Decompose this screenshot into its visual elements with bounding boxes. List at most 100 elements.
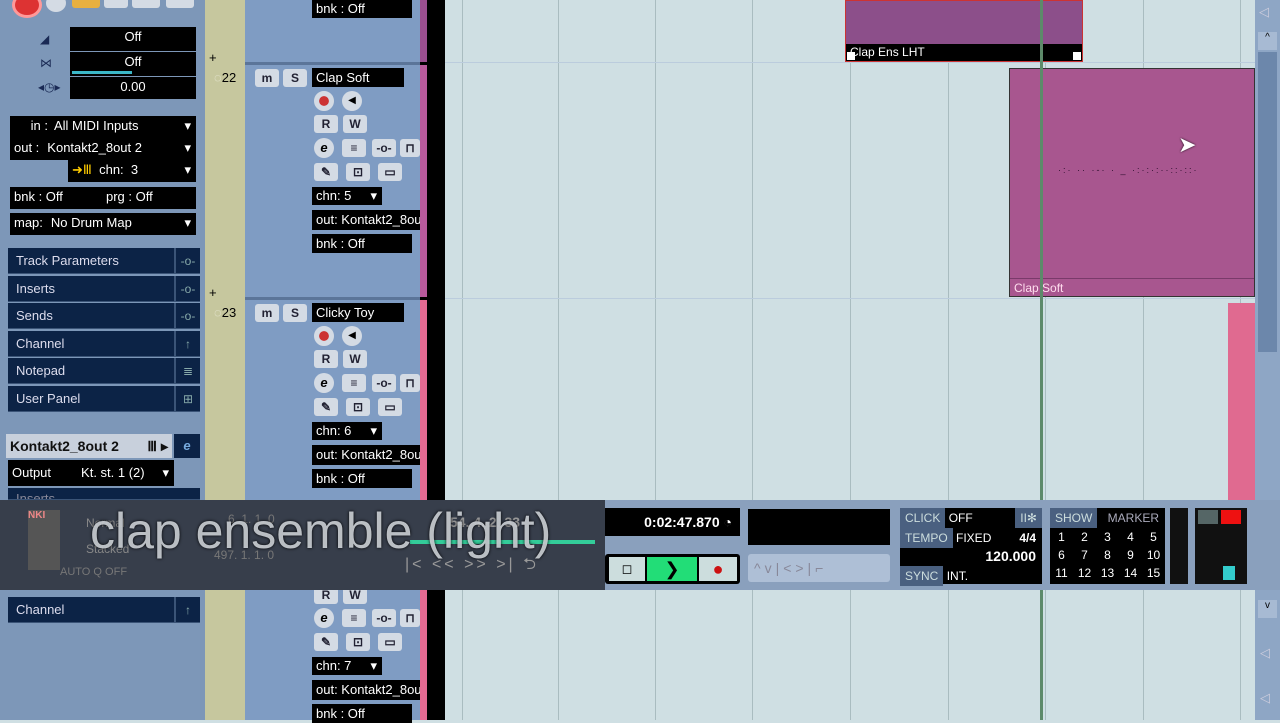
marker-button-11[interactable]: 11 bbox=[1050, 564, 1073, 582]
section-track-parameters[interactable]: Track Parameters -o- bbox=[8, 248, 200, 274]
marker-button-13[interactable]: 13 bbox=[1096, 564, 1119, 582]
record-enable-button[interactable] bbox=[12, 0, 42, 18]
section-inserts[interactable]: Inserts -o- bbox=[8, 276, 200, 302]
sends-bypass-icon[interactable]: ⊓ bbox=[400, 139, 420, 157]
bypass-icon[interactable]: -o- bbox=[174, 248, 200, 274]
add-lane-icon[interactable]: + bbox=[209, 50, 217, 65]
auto-quantize[interactable]: AUTO Q OFF bbox=[60, 566, 127, 578]
midi-input-select[interactable]: in : All MIDI Inputs bbox=[10, 116, 196, 138]
marker-button-15[interactable]: 15 bbox=[1142, 564, 1165, 582]
track-bank-field[interactable]: bnk : Off bbox=[312, 234, 412, 253]
pan-field[interactable]: Off bbox=[70, 52, 196, 76]
zoom-slider-icon[interactable]: ◁ bbox=[1260, 690, 1270, 706]
monitor-button[interactable] bbox=[46, 0, 66, 12]
read-button[interactable]: R bbox=[314, 115, 338, 133]
marker-button-8[interactable]: 8 bbox=[1096, 546, 1119, 564]
lanes-icon[interactable]: ▭ bbox=[378, 163, 402, 181]
marker-button-4[interactable]: 4 bbox=[1119, 528, 1142, 546]
instrument-icon[interactable] bbox=[72, 0, 100, 8]
clip-indicator[interactable] bbox=[1221, 510, 1241, 524]
scroll-thumb[interactable] bbox=[1258, 52, 1277, 352]
section-inserts-partial[interactable]: Inserts bbox=[8, 488, 200, 500]
sync-button[interactable]: SYNC bbox=[900, 566, 944, 586]
track-bank-field[interactable]: bnk : Off bbox=[312, 469, 412, 488]
inserts-bypass-icon[interactable]: ≡ bbox=[342, 374, 366, 392]
channel-icon[interactable]: ↑ bbox=[174, 597, 200, 623]
sends-bypass-icon[interactable]: ⊓ bbox=[400, 374, 420, 392]
stop-button[interactable]: ◻ bbox=[609, 557, 645, 581]
marker-button-2[interactable]: 2 bbox=[1073, 528, 1096, 546]
lock-icon[interactable]: ⊡ bbox=[346, 633, 370, 651]
marker-button-10[interactable]: 10 bbox=[1142, 546, 1165, 564]
scroll-up-button[interactable]: ^ bbox=[1258, 32, 1277, 50]
delay-field[interactable]: 0.00 bbox=[70, 77, 196, 99]
mute-button[interactable]: m bbox=[255, 304, 279, 322]
eq-bypass-icon[interactable]: -o- bbox=[372, 374, 396, 392]
track-bank-field[interactable]: bnk : Off bbox=[312, 704, 412, 723]
zoom-slider-icon[interactable]: ◁ bbox=[1260, 645, 1270, 661]
section-channel-bottom[interactable]: Channel ↑ bbox=[8, 597, 200, 623]
program-field[interactable]: prg : Off bbox=[102, 187, 196, 209]
midi-part[interactable] bbox=[1228, 303, 1255, 503]
track-output-select[interactable]: out: Kontakt2_8out bbox=[312, 680, 420, 700]
marker-button-3[interactable]: 3 bbox=[1096, 528, 1119, 546]
midi-output-select[interactable]: out : Kontakt2_8out 2 bbox=[10, 138, 196, 160]
marker-button-7[interactable]: 7 bbox=[1073, 546, 1096, 564]
track-output-select[interactable]: out: Kontakt2_8out bbox=[312, 210, 420, 230]
add-lane-icon[interactable]: + bbox=[209, 285, 217, 300]
edit-instrument-icon[interactable]: e bbox=[314, 373, 334, 393]
user-panel-icon[interactable]: ⊞ bbox=[174, 386, 200, 412]
eq-bypass-icon[interactable]: -o- bbox=[372, 139, 396, 157]
track-name[interactable]: Clap Soft bbox=[312, 68, 404, 87]
notepad-icon[interactable]: ≣ bbox=[174, 358, 200, 384]
marker-button-1[interactable]: 1 bbox=[1050, 528, 1073, 546]
track-channel-select[interactable]: chn: 5 bbox=[312, 187, 382, 205]
monitor-icon[interactable]: ◀ bbox=[342, 91, 362, 111]
channel-header[interactable]: Kontakt2_8out 2 Ⅲ ▸ bbox=[6, 434, 172, 458]
section-notepad[interactable]: Notepad ≣ bbox=[8, 358, 200, 384]
marker-button-5[interactable]: 5 bbox=[1142, 528, 1165, 546]
record-enable-button[interactable] bbox=[314, 326, 334, 346]
midi-part-clap-soft[interactable]: ·:· ·· ·-· · _ ·:·:·:··::·::· Clap Soft bbox=[1009, 68, 1255, 297]
show-markers-button[interactable]: SHOW bbox=[1050, 508, 1098, 528]
monitor-icon[interactable]: ◀ bbox=[342, 326, 362, 346]
bypass-icon[interactable]: -o- bbox=[174, 276, 200, 302]
marker-button-6[interactable]: 6 bbox=[1050, 546, 1073, 564]
click-settings-icon[interactable]: II✻ bbox=[1015, 508, 1042, 528]
record-button[interactable]: ● bbox=[699, 557, 737, 581]
track-name[interactable]: Clicky Toy bbox=[312, 303, 404, 322]
track-output-select[interactable]: out: Kontakt2_8out bbox=[312, 445, 420, 465]
lock-icon[interactable]: ⊡ bbox=[346, 398, 370, 416]
lanes-icon[interactable] bbox=[132, 0, 160, 8]
section-channel[interactable]: Channel ↑ bbox=[8, 331, 200, 357]
track-bank-field[interactable]: bnk : Off bbox=[312, 0, 412, 18]
marker-nav-buttons[interactable]: ^v|<>|⌐ bbox=[748, 554, 890, 582]
tempo-button[interactable]: TEMPO bbox=[900, 528, 953, 548]
drum-map-select[interactable]: map: No Drum Map bbox=[10, 213, 196, 235]
section-user-panel[interactable]: User Panel ⊞ bbox=[8, 386, 200, 412]
tempo-value[interactable]: 120.000 bbox=[900, 548, 1042, 564]
drum-edit-icon[interactable]: ✎ bbox=[314, 163, 338, 181]
track-channel-select[interactable]: chn: 6 bbox=[312, 422, 382, 440]
track-channel-select[interactable]: chn: 7 bbox=[312, 657, 382, 675]
lanes-icon[interactable]: ▭ bbox=[378, 398, 402, 416]
project-cursor[interactable] bbox=[1040, 0, 1043, 720]
folder-icon[interactable] bbox=[166, 0, 194, 8]
record-enable-button[interactable] bbox=[314, 91, 334, 111]
drum-edit-icon[interactable]: ✎ bbox=[314, 398, 338, 416]
bypass-icon[interactable]: -o- bbox=[174, 303, 200, 329]
solo-button[interactable]: S bbox=[283, 69, 307, 87]
section-sends[interactable]: Sends -o- bbox=[8, 303, 200, 329]
zoom-slider-icon[interactable]: ◁ bbox=[1259, 4, 1269, 20]
resize-handle[interactable] bbox=[1073, 52, 1081, 60]
volume-field[interactable]: Off bbox=[70, 27, 196, 51]
eq-bypass-icon[interactable]: -o- bbox=[372, 609, 396, 627]
read-button[interactable]: R bbox=[314, 350, 338, 368]
edit-instrument-icon[interactable]: e bbox=[314, 608, 334, 628]
marker-button-12[interactable]: 12 bbox=[1073, 564, 1096, 582]
marker-display[interactable] bbox=[748, 509, 890, 545]
bank-field[interactable]: bnk : Off bbox=[10, 187, 102, 209]
midi-part-clap-ens-lht[interactable]: Clap Ens LHT bbox=[845, 0, 1083, 62]
inserts-bypass-icon[interactable]: ≡ bbox=[342, 139, 366, 157]
edit-icon[interactable] bbox=[104, 0, 128, 8]
